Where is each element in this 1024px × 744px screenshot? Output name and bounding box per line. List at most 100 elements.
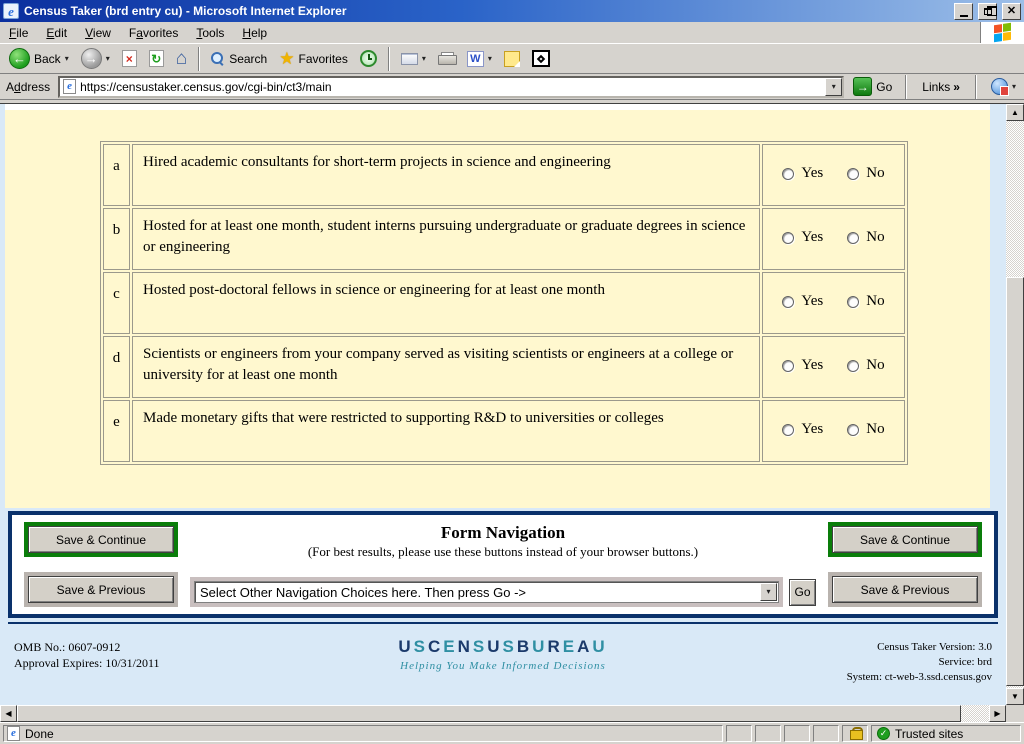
no-option[interactable]: No <box>847 357 884 374</box>
horizontal-scrollbar[interactable]: ◀ ▶ <box>0 705 1006 722</box>
yes-label: Yes <box>801 421 823 438</box>
save-previous-button-right[interactable]: Save & Previous <box>832 576 978 603</box>
no-option[interactable]: No <box>847 229 884 246</box>
addon-dropdown-icon[interactable]: ▾ <box>1012 83 1016 91</box>
lock-icon <box>850 727 861 740</box>
yes-radio[interactable] <box>782 168 794 180</box>
question-letter: c <box>103 272 130 334</box>
mail-button[interactable]: ▾ <box>396 46 431 72</box>
no-radio[interactable] <box>847 232 859 244</box>
save-continue-button-right[interactable]: Save & Continue <box>832 526 978 553</box>
yes-option[interactable]: Yes <box>782 165 823 182</box>
status-pane <box>755 725 781 742</box>
no-option[interactable]: No <box>847 165 884 182</box>
no-radio[interactable] <box>847 296 859 308</box>
address-dropdown-button[interactable]: ▾ <box>825 78 842 96</box>
search-button[interactable]: Search <box>206 46 272 72</box>
close-icon: ✕ <box>1007 6 1016 17</box>
scroll-down-button[interactable]: ▼ <box>1006 688 1024 705</box>
no-radio[interactable] <box>847 424 859 436</box>
save-continue-button-left[interactable]: Save & Continue <box>28 526 174 553</box>
back-button[interactable]: ← Back ▾ <box>4 46 74 72</box>
yes-option[interactable]: Yes <box>782 293 823 310</box>
question-text: Hosted post-doctoral fellows in science … <box>132 272 760 334</box>
yes-radio[interactable] <box>782 296 794 308</box>
question-letter: e <box>103 400 130 462</box>
page-footer: OMB No.: 0607-0912 Approval Expires: 10/… <box>0 622 1006 685</box>
yes-radio[interactable] <box>782 424 794 436</box>
scroll-right-button[interactable]: ▶ <box>989 705 1006 722</box>
edit-with-word-button[interactable]: W ▾ <box>462 46 497 72</box>
status-text: Done <box>25 727 54 741</box>
history-button[interactable] <box>355 46 382 72</box>
no-radio[interactable] <box>847 168 859 180</box>
yes-option[interactable]: Yes <box>782 229 823 246</box>
horizontal-scroll-thumb[interactable] <box>17 705 961 722</box>
go-button[interactable]: → Go <box>848 77 897 96</box>
toolbar-separator <box>905 75 907 99</box>
close-button[interactable]: ✕ <box>1002 3 1021 20</box>
print-button[interactable] <box>433 46 460 72</box>
favorites-label: Favorites <box>298 52 347 66</box>
forward-dropdown-icon[interactable]: ▾ <box>106 55 110 63</box>
vertical-scroll-thumb[interactable] <box>1006 277 1024 686</box>
addon-tool-button[interactable] <box>527 46 555 72</box>
yes-radio[interactable] <box>782 360 794 372</box>
notes-button[interactable] <box>499 46 525 72</box>
vertical-scrollbar[interactable]: ▲ ▼ <box>1006 104 1024 705</box>
vertical-scroll-track[interactable] <box>1006 121 1024 688</box>
go-arrow-icon: → <box>853 77 872 96</box>
question-text: Hired academic consultants for short-ter… <box>132 144 760 206</box>
system-line: System: ct-web-3.ssd.census.gov <box>847 670 992 685</box>
menu-item-help[interactable]: Help <box>233 23 276 43</box>
no-option[interactable]: No <box>847 421 884 438</box>
refresh-button[interactable]: ↻ <box>144 46 169 72</box>
mail-icon <box>401 53 418 65</box>
word-dropdown-icon[interactable]: ▾ <box>488 55 492 63</box>
answer-cell: Yes No <box>762 144 905 206</box>
form-navigation-box: Save & Continue Save & Previous Form Nav… <box>8 511 998 618</box>
links-button[interactable]: Links » <box>915 80 967 94</box>
no-option[interactable]: No <box>847 293 884 310</box>
favorites-button[interactable]: ★ Favorites <box>274 46 353 72</box>
windows-logo-panel <box>980 22 1024 43</box>
nav-go-button[interactable]: Go <box>789 579 816 606</box>
mail-dropdown-icon[interactable]: ▾ <box>422 55 426 63</box>
navigation-select[interactable]: Select Other Navigation Choices here. Th… <box>194 581 779 603</box>
menu-item-file[interactable]: File <box>0 23 37 43</box>
yes-option[interactable]: Yes <box>782 357 823 374</box>
yes-option[interactable]: Yes <box>782 421 823 438</box>
select-dropdown-button[interactable]: ▾ <box>760 583 777 601</box>
menu-item-view[interactable]: View <box>76 23 120 43</box>
stop-button[interactable]: × <box>117 46 142 72</box>
form-navigation-subtitle: (For best results, please use these butt… <box>308 544 698 560</box>
question-table: a Hired academic consultants for short-t… <box>100 141 908 465</box>
no-label: No <box>866 229 884 246</box>
navigation-select-value: Select Other Navigation Choices here. Th… <box>200 585 759 600</box>
standard-toolbar: ← Back ▾ → ▾ × ↻ ⌂ Search ★ Favorites <box>0 44 1024 74</box>
scrollbar-corner <box>1006 705 1024 722</box>
menu-item-favorites[interactable]: Favorites <box>120 23 187 43</box>
forward-button[interactable]: → ▾ <box>76 46 115 72</box>
nav-select-row: Select Other Navigation Choices here. Th… <box>190 577 816 607</box>
menu-item-tools[interactable]: Tools <box>187 23 233 43</box>
address-label: Address <box>2 80 54 94</box>
status-bar: e Done ✓ Trusted sites <box>0 722 1024 744</box>
trusted-check-icon: ✓ <box>877 727 890 740</box>
address-input[interactable]: e https://censustaker.census.gov/cgi-bin… <box>58 76 844 98</box>
menu-item-edit[interactable]: Edit <box>37 23 76 43</box>
home-button[interactable]: ⌂ <box>171 46 192 72</box>
save-previous-button-left[interactable]: Save & Previous <box>28 576 174 603</box>
back-dropdown-icon[interactable]: ▾ <box>65 55 69 63</box>
yes-radio[interactable] <box>782 232 794 244</box>
scroll-up-button[interactable]: ▲ <box>1006 104 1024 121</box>
addon-button[interactable]: ▾ <box>985 78 1022 95</box>
restore-button[interactable] <box>978 3 997 20</box>
horizontal-scroll-track[interactable] <box>961 705 989 722</box>
minimize-button[interactable] <box>954 3 973 20</box>
links-label: Links <box>922 80 950 94</box>
no-radio[interactable] <box>847 360 859 372</box>
no-label: No <box>866 165 884 182</box>
toolbar-separator <box>198 47 200 71</box>
scroll-left-button[interactable]: ◀ <box>0 705 17 722</box>
